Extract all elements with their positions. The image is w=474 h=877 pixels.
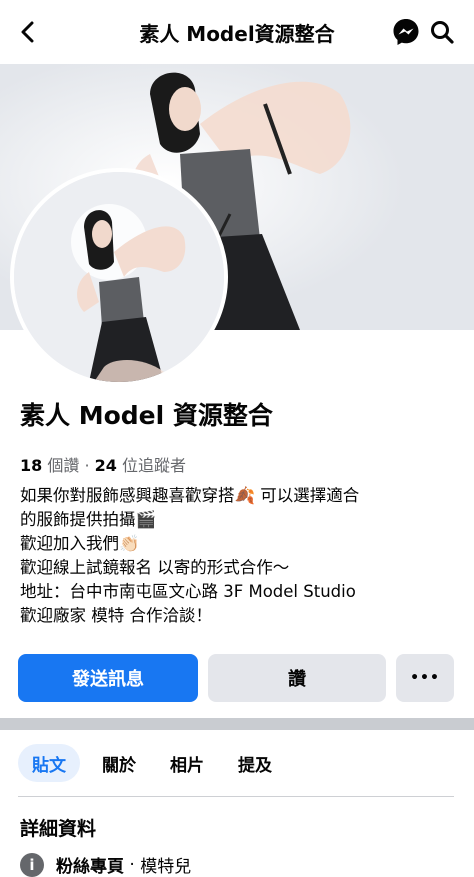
bio-line: 如果你對服飾感興趣喜歡穿搭🍂 可以選擇適合	[20, 486, 360, 505]
details-title: 詳細資料	[20, 818, 97, 840]
tab-mentions[interactable]: 提及	[226, 744, 284, 782]
section-separator	[0, 718, 474, 730]
more-icon: •••	[410, 670, 440, 686]
category-label: 粉絲專頁	[56, 857, 124, 877]
page-bio: 如果你對服飾感興趣喜歡穿搭🍂 可以選擇適合 的服飾提供拍攝🎬 歡迎加入我們👏🏻 …	[20, 484, 460, 628]
like-button[interactable]: 讚	[208, 654, 386, 702]
followers-label: 位追蹤者	[122, 456, 187, 475]
messenger-icon[interactable]	[390, 16, 422, 48]
bio-line: 地址：台中市南屯區文心路 3F Model Studio	[20, 582, 356, 601]
like-label: 讚	[288, 669, 306, 690]
top-bar: 素人 Model資源整合	[0, 0, 474, 64]
detail-row-category: i 粉絲專頁 · 模特兒	[20, 852, 191, 877]
bio-line: 歡迎廠家 模特 合作洽談！	[20, 606, 212, 625]
likes-count: 18	[20, 456, 43, 475]
tabs-divider	[18, 796, 454, 797]
page-tabs: 貼文 關於 相片 提及	[18, 744, 294, 782]
likes-label: 個讚	[47, 456, 80, 475]
info-icon: i	[20, 852, 44, 877]
page-stats: 18 個讚 · 24 位追蹤者	[20, 452, 186, 476]
page-name: 素人 Model 資源整合	[20, 401, 273, 430]
bio-line: 的服飾提供拍攝🎬	[20, 510, 157, 529]
category-value: 模特兒	[140, 857, 192, 877]
tab-photos[interactable]: 相片	[158, 744, 216, 782]
tab-posts[interactable]: 貼文	[18, 744, 80, 782]
tab-about[interactable]: 關於	[90, 744, 148, 782]
category-sep: ·	[124, 854, 141, 875]
profile-avatar[interactable]	[10, 168, 228, 386]
bio-line: 歡迎加入我們👏🏻	[20, 534, 140, 553]
stats-dot: ·	[84, 456, 95, 475]
more-options-button[interactable]: •••	[396, 654, 454, 702]
send-message-label: 發送訊息	[72, 669, 144, 690]
bio-line: 歡迎線上試鏡報名 以寄的形式合作～	[20, 558, 290, 577]
send-message-button[interactable]: 發送訊息	[18, 654, 198, 702]
followers-count: 24	[94, 456, 117, 475]
search-icon[interactable]	[426, 16, 458, 48]
